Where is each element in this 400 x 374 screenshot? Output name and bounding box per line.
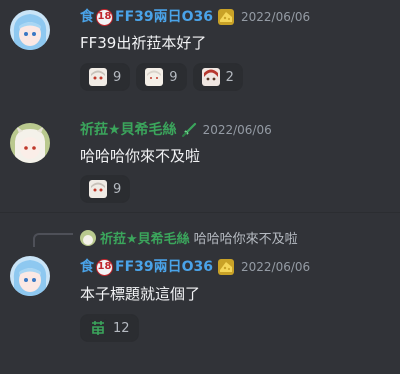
cheese-icon (218, 9, 234, 25)
reaction-bar: 9 (80, 175, 131, 203)
author-name[interactable]: FF39兩日O36 (115, 258, 213, 276)
reaction-count: 12 (113, 320, 130, 336)
reaction-button[interactable]: 9 (80, 175, 131, 203)
sword-icon (181, 122, 196, 137)
reaction-count: 9 (169, 69, 178, 85)
message-3: 食 18 FF39兩日O36 2022/06/06 本子標題就這個了 12 (0, 248, 400, 368)
reply-reference[interactable]: 祈菈★貝希毛絲 哈哈哈你來不及啦 (80, 228, 298, 247)
message-text: 哈哈哈你來不及啦 (80, 147, 201, 165)
anime-face-emoji-icon (89, 180, 107, 198)
reply-avatar (80, 229, 96, 246)
cheese-icon (218, 259, 234, 275)
message-2: 祈菈★貝希毛絲 2022/06/06 哈哈哈你來不及啦 9 (0, 105, 400, 205)
message-header: 祈菈★貝希毛絲 2022/06/06 (80, 121, 272, 139)
reaction-button[interactable]: 9 (80, 63, 131, 91)
divider (0, 212, 400, 213)
reply-author[interactable]: 祈菈★貝希毛絲 (100, 228, 190, 247)
reaction-count: 2 (225, 69, 234, 85)
message-1: 食 18 FF39兩日O36 2022/06/06 FF39出祈菈本好了 9 9 (0, 0, 400, 100)
reaction-count: 9 (113, 69, 122, 85)
grass-character-emoji-icon (89, 319, 107, 337)
reaction-bar: 12 (80, 314, 139, 342)
reaction-button[interactable]: 9 (136, 63, 187, 91)
message-header: 食 18 FF39兩日O36 2022/06/06 (80, 258, 310, 276)
reaction-button[interactable]: 2 (192, 63, 243, 91)
anime-face-emoji-icon (201, 68, 220, 86)
message-text: FF39出祈菈本好了 (80, 34, 207, 52)
author-prefix[interactable]: 食 (80, 8, 94, 26)
reaction-count: 9 (113, 181, 122, 197)
reaction-bar: 9 9 2 (80, 63, 243, 91)
author-name[interactable]: 祈菈★貝希毛絲 (80, 121, 177, 139)
badge-18-icon: 18 (96, 258, 113, 276)
reaction-button[interactable]: 12 (80, 314, 139, 342)
timestamp: 2022/06/06 (241, 260, 311, 274)
anime-face-emoji-icon (145, 68, 164, 86)
author-prefix[interactable]: 食 (80, 258, 94, 276)
message-text: 本子標題就這個了 (80, 285, 201, 303)
message-header: 食 18 FF39兩日O36 2022/06/06 (80, 8, 310, 26)
anime-face-emoji-icon (89, 68, 107, 86)
author-name[interactable]: FF39兩日O36 (115, 8, 213, 26)
avatar[interactable] (10, 256, 50, 296)
avatar[interactable] (10, 10, 50, 50)
timestamp: 2022/06/06 (241, 10, 311, 24)
reply-connector (33, 233, 73, 247)
avatar[interactable] (10, 123, 50, 163)
reply-text: 哈哈哈你來不及啦 (193, 232, 298, 247)
timestamp: 2022/06/06 (202, 123, 272, 137)
badge-18-icon: 18 (96, 8, 113, 26)
